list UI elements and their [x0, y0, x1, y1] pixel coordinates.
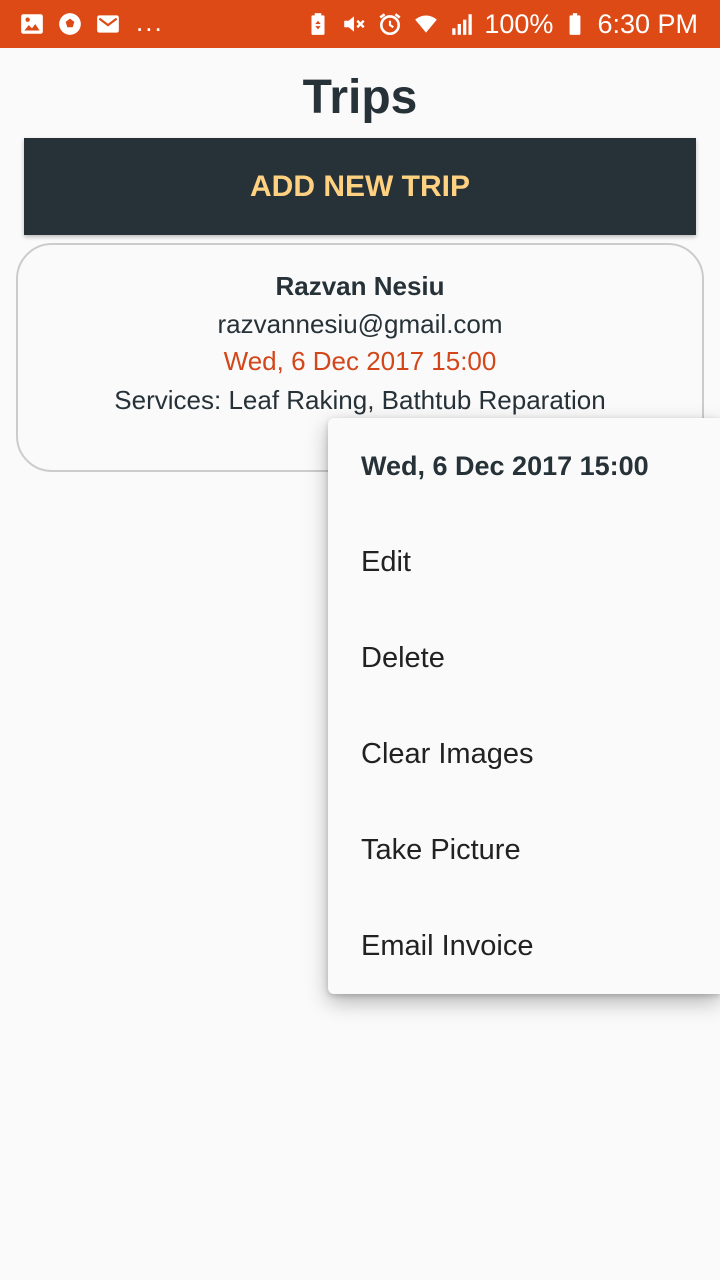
alarm-icon — [376, 10, 404, 38]
soccer-ball-icon — [56, 10, 84, 38]
trip-services: Services: Leaf Raking, Bathtub Reparatio… — [114, 385, 606, 415]
context-menu: Wed, 6 Dec 2017 15:00 Edit Delete Clear … — [328, 418, 720, 994]
menu-item-email-invoice[interactable]: Email Invoice — [328, 898, 720, 994]
mail-icon — [94, 10, 122, 38]
wifi-icon — [412, 10, 440, 38]
menu-item-edit[interactable]: Edit — [328, 514, 720, 610]
more-notifications-indicator: ... — [136, 6, 164, 37]
battery-saver-icon — [304, 10, 332, 38]
notification-icons: ... — [18, 6, 164, 40]
menu-item-take-picture[interactable]: Take Picture — [328, 802, 720, 898]
trip-date: Wed, 6 Dec 2017 15:00 — [223, 346, 497, 376]
signal-icon — [448, 10, 476, 38]
page-title: Trips — [302, 71, 418, 124]
battery-percentage: 100% — [484, 8, 554, 39]
context-menu-header: Wed, 6 Dec 2017 15:00 — [361, 450, 649, 481]
mute-icon — [340, 10, 368, 38]
image-icon — [18, 10, 46, 38]
system-icons: 100% 6:30 PM — [304, 9, 698, 40]
trip-customer-name: Razvan Nesiu — [275, 271, 445, 301]
menu-item-delete[interactable]: Delete — [328, 610, 720, 706]
add-new-trip-button[interactable]: ADD NEW TRIP — [24, 138, 696, 235]
clock: 6:30 PM — [597, 8, 698, 39]
trip-customer-email: razvannesiu@gmail.com — [217, 309, 503, 339]
status-bar: ... 100% 6:30 PM — [0, 0, 720, 48]
battery-icon — [561, 10, 589, 38]
menu-item-clear-images[interactable]: Clear Images — [328, 706, 720, 802]
